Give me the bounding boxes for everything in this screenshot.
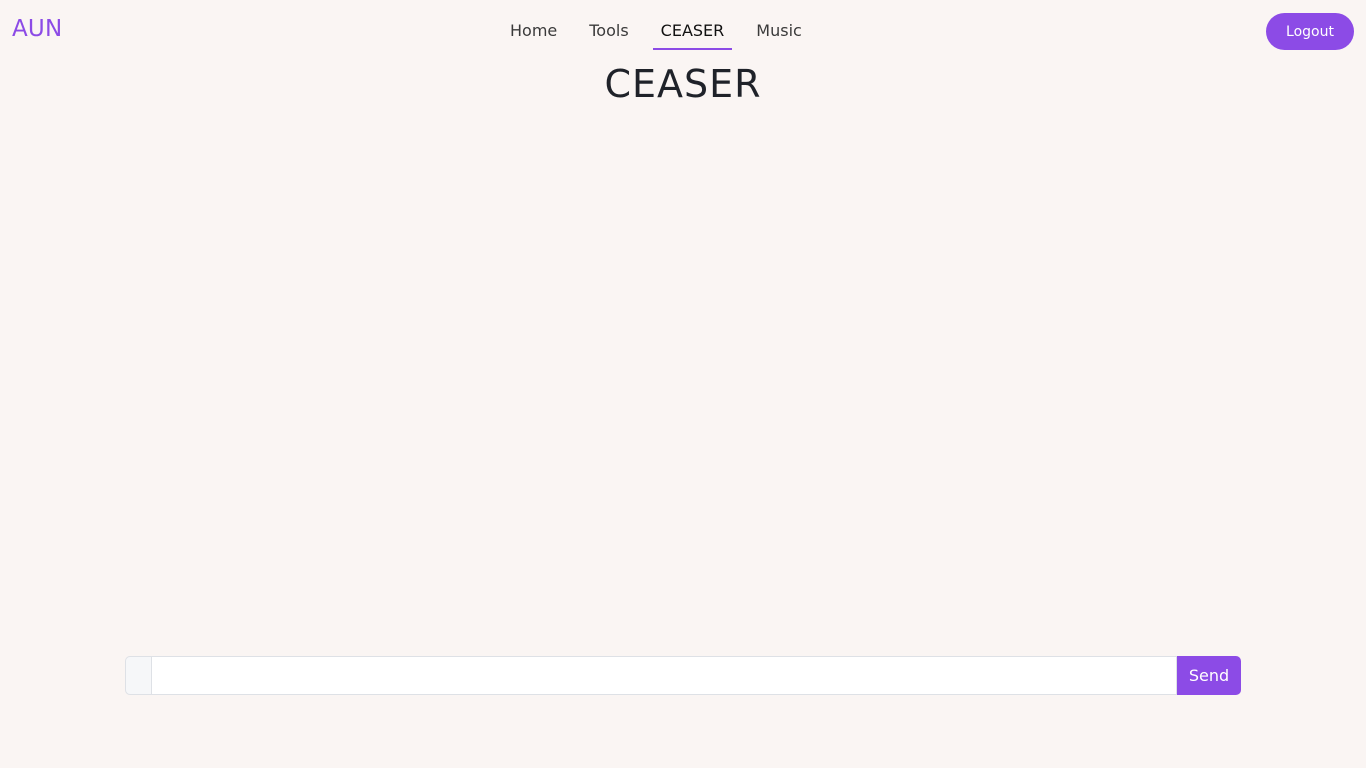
message-area xyxy=(125,120,1241,640)
input-prefix-addon xyxy=(125,656,151,695)
nav-link-music[interactable]: Music xyxy=(748,12,810,50)
message-composer: Send xyxy=(125,656,1241,695)
nav-links: Home Tools CEASER Music xyxy=(502,12,826,50)
nav-link-ceaser[interactable]: CEASER xyxy=(652,12,733,50)
page-title: CEASER xyxy=(604,62,762,106)
send-button[interactable]: Send xyxy=(1177,656,1241,695)
navbar: AUN Home Tools CEASER Music Logout xyxy=(0,0,1366,62)
nav-link-home[interactable]: Home xyxy=(502,12,565,50)
logout-button[interactable]: Logout xyxy=(1266,13,1354,50)
nav-link-tools[interactable]: Tools xyxy=(581,12,636,50)
brand-logo[interactable]: AUN xyxy=(12,16,62,42)
message-input[interactable] xyxy=(151,656,1177,695)
